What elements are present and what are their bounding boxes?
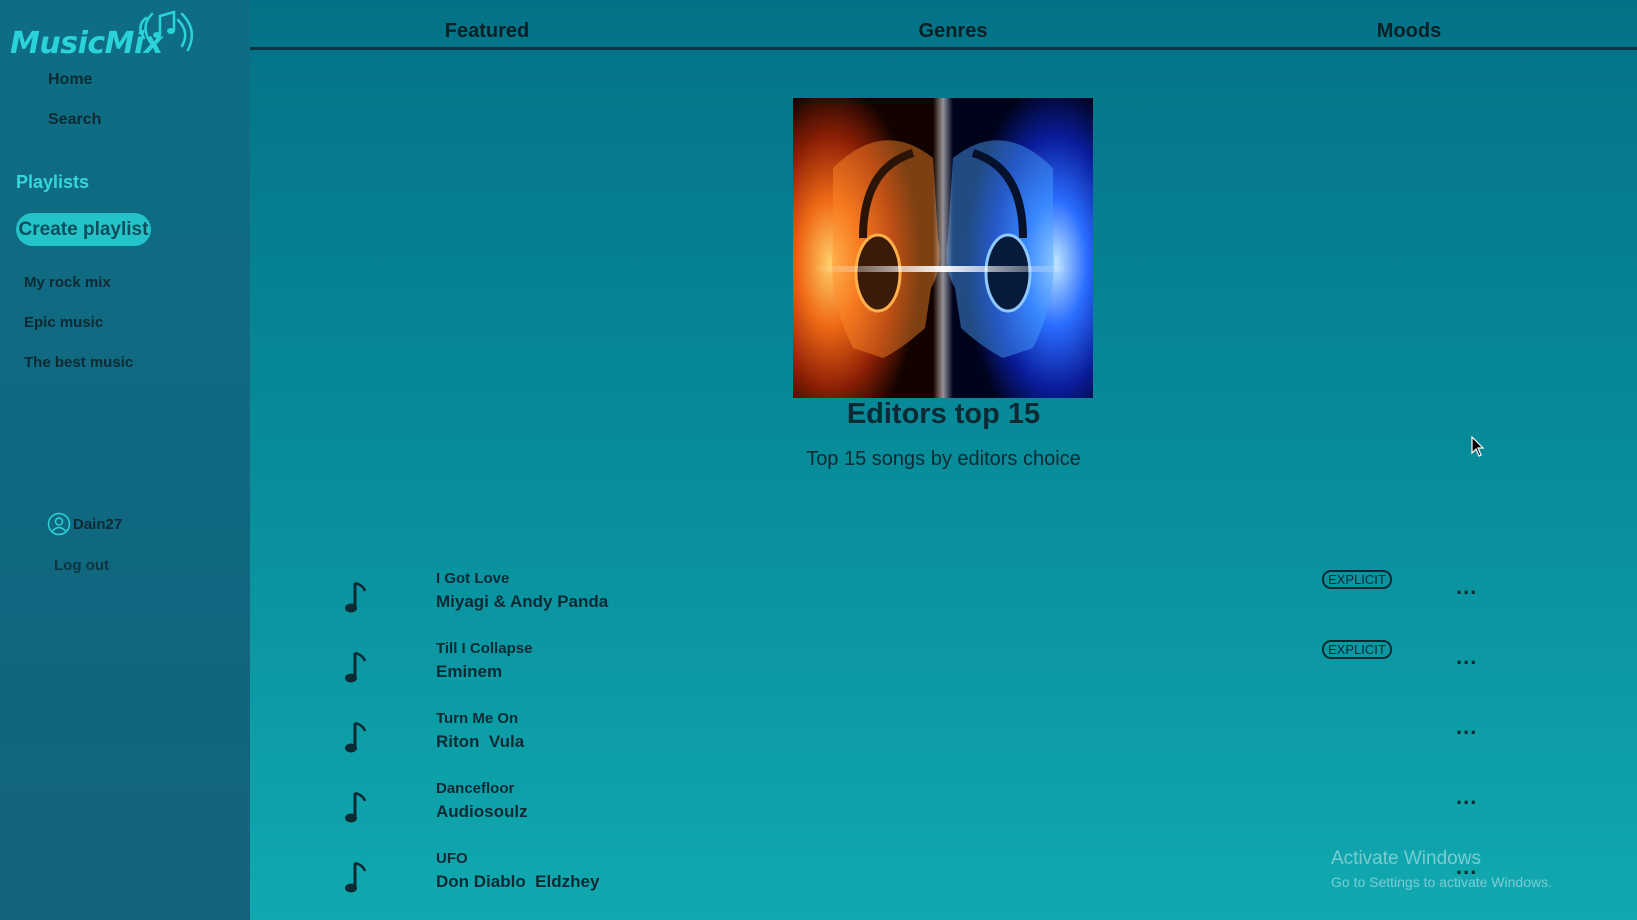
song-title: Turn Me On (436, 710, 519, 727)
song-artist[interactable]: Don Diablo Eldzhey (436, 872, 599, 892)
song-row[interactable]: Till I Collapse Eminem EXPLICIT ... (250, 640, 1637, 700)
music-note-icon (345, 721, 367, 753)
playlist-cover-image[interactable] (793, 98, 1093, 398)
song-row[interactable]: I Got Love Miyagi & Andy Panda EXPLICIT … (250, 570, 1637, 630)
song-title: I Got Love (436, 570, 510, 587)
sidebar-playlist-item[interactable]: Epic music (24, 314, 103, 331)
tab-bar: Featured Genres Moods (250, 0, 1637, 50)
song-row[interactable]: Turn Me On Riton Vula ... (250, 710, 1637, 770)
more-options-button[interactable]: ... (1456, 714, 1477, 740)
song-row[interactable]: Dancefloor Audiosoulz ... (250, 780, 1637, 840)
song-artist[interactable]: Miyagi & Andy Panda (436, 592, 608, 612)
main-content: Featured Genres Moods Editors top 15 Top… (250, 0, 1637, 920)
playlist-title: Editors top 15 (846, 398, 1041, 430)
sidebar-playlist-item[interactable]: My rock mix (24, 274, 111, 291)
create-playlist-button[interactable]: Create playlist (16, 213, 151, 246)
song-artist[interactable]: Eminem (436, 662, 502, 682)
user-circle-icon (47, 512, 71, 536)
watermark-title: Activate Windows (1331, 848, 1481, 869)
song-title: Dancefloor (436, 780, 515, 797)
user-profile[interactable]: Dain27 (47, 511, 122, 537)
logout-link[interactable]: Log out (54, 557, 109, 574)
more-options-button[interactable]: ... (1456, 644, 1477, 670)
song-title: UFO (436, 850, 468, 867)
tab-moods[interactable]: Moods (1377, 20, 1441, 43)
mouse-cursor-icon (1471, 436, 1485, 457)
playlists-heading: Playlists (16, 172, 90, 192)
username: Dain27 (73, 515, 123, 533)
more-options-button[interactable]: ... (1456, 574, 1477, 600)
explicit-badge: EXPLICIT (1322, 640, 1392, 659)
app-logo[interactable]: MusicMix (10, 4, 194, 62)
playlist-description: Top 15 songs by editors choice (806, 448, 1081, 470)
music-note-icon (345, 791, 367, 823)
music-notes-icon (139, 10, 194, 52)
music-note-icon (345, 651, 367, 683)
sidebar: MusicMix Home Search Playlists Create pl… (0, 0, 250, 920)
song-artist[interactable]: Audiosoulz (436, 802, 528, 822)
nav-home[interactable]: Home (48, 71, 92, 89)
music-note-icon (345, 581, 367, 613)
song-title: Till I Collapse (436, 640, 533, 657)
tab-featured[interactable]: Featured (445, 20, 529, 43)
music-note-icon (345, 861, 367, 893)
song-artist[interactable]: Riton Vula (436, 732, 524, 752)
more-options-button[interactable]: ... (1456, 784, 1477, 810)
nav-search[interactable]: Search (48, 111, 101, 129)
watermark-subtitle: Go to Settings to activate Windows. (1331, 874, 1552, 890)
tab-genres[interactable]: Genres (919, 20, 988, 43)
sidebar-playlist-item[interactable]: The best music (24, 354, 133, 371)
explicit-badge: EXPLICIT (1322, 570, 1392, 589)
activate-windows-watermark: Activate Windows Go to Settings to activ… (1331, 848, 1552, 890)
